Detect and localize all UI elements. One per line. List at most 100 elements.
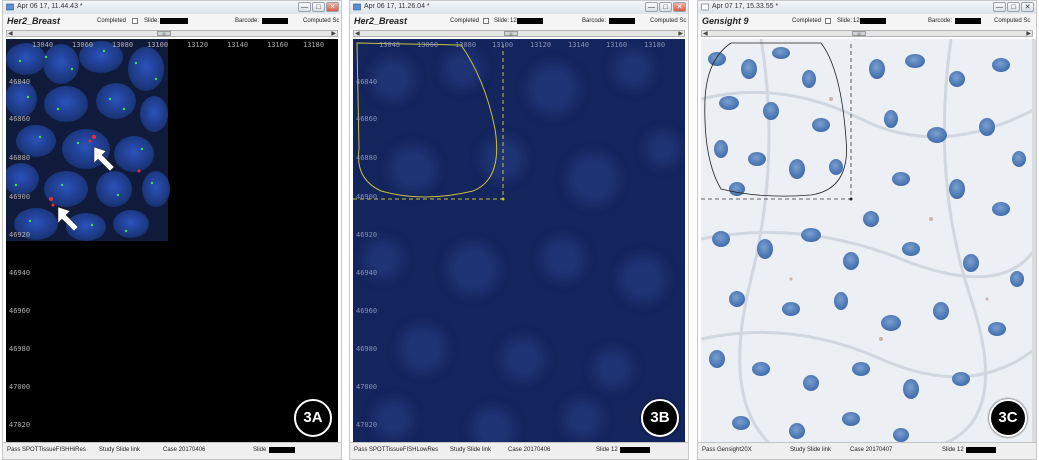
x-tick-label: 13180	[303, 41, 325, 49]
x-tick-label: 13160	[606, 41, 628, 49]
arrow-left-icon[interactable]: ◀	[8, 30, 13, 37]
y-tick-label: 46900	[9, 193, 31, 201]
page-title: Her2_Breast	[354, 16, 408, 26]
figure-label-badge: 3C	[989, 399, 1027, 437]
y-tick-label: 46900	[356, 193, 378, 201]
slide-value: 12	[510, 18, 517, 24]
arrow-left-icon[interactable]: ◀	[355, 30, 360, 37]
x-tick-label: 13040	[32, 41, 54, 49]
x-tick-label: 13040	[379, 41, 401, 49]
x-tick-label: 13080	[455, 41, 477, 49]
arrow-right-icon[interactable]: ▶	[1026, 30, 1031, 37]
x-tick-label: 13140	[227, 41, 249, 49]
minimize-button[interactable]: —	[993, 2, 1006, 12]
y-tick-label: 46980	[356, 345, 378, 353]
slide-label: Slide:	[144, 18, 160, 24]
slide-redaction	[860, 18, 886, 24]
x-tick-label: 13140	[568, 41, 590, 49]
pass-label: Pass SPOTTissueFISHHiRes	[7, 447, 86, 453]
completed-label: Completed	[792, 18, 822, 24]
window-3b: Apr 06 17, 11.26.04 * — □ ✕ Her2_Breast …	[349, 0, 689, 460]
arrow-right-icon[interactable]: ▶	[331, 30, 336, 37]
title-bar[interactable]: Apr 06 17, 11.44.43 * — □ ✕	[3, 1, 341, 15]
horizontal-scrollbar[interactable]: ◀ ||| ▶	[701, 30, 1033, 37]
title-bar[interactable]: Apr 06 17, 11.26.04 * — □ ✕	[350, 1, 688, 15]
horizontal-scrollbar[interactable]: ◀ ||| ▶	[353, 30, 685, 37]
barcode-label: Barcode:	[582, 18, 607, 24]
slide-status-label: Slide 12	[596, 447, 618, 453]
pass-label: Pass SPOTTissueFISHLowRes	[354, 447, 439, 453]
slide-label: Slide:	[494, 18, 510, 24]
x-tick-label: 13160	[267, 41, 289, 49]
study-slide-link[interactable]: Study Slide link	[99, 447, 140, 453]
slide-status-redaction	[620, 447, 650, 453]
window-icon	[353, 3, 361, 11]
window-3c: Apr 07 17, 15.33.55 * — □ ✕ Gensight 9 C…	[697, 0, 1037, 460]
pass-label: Pass Gensight20X	[702, 447, 752, 453]
close-button[interactable]: ✕	[673, 2, 686, 12]
arrow-right-icon[interactable]: ▶	[678, 30, 683, 37]
slide-status-label: Slide 12	[942, 447, 964, 453]
study-slide-link[interactable]: Study Slide link	[790, 447, 831, 453]
scroll-thumb[interactable]: |||	[504, 31, 518, 36]
slide-status-label: Slide	[253, 447, 267, 453]
slide-value: 12	[853, 18, 860, 24]
x-tick-label: 13180	[644, 41, 666, 49]
minimize-button[interactable]: —	[298, 2, 311, 12]
y-tick-label: 46980	[9, 345, 31, 353]
vertical-scrollbar[interactable]	[1032, 39, 1036, 443]
page-title: Her2_Breast	[7, 16, 61, 26]
y-tick-label: 46920	[356, 231, 378, 239]
maximize-button[interactable]: □	[659, 2, 672, 12]
x-tick-label: 13080	[112, 41, 134, 49]
window-title: Apr 06 17, 11.26.04 *	[364, 3, 430, 10]
minimize-button[interactable]: —	[645, 2, 658, 12]
completed-checkbox[interactable]	[825, 18, 831, 24]
completed-checkbox[interactable]	[132, 18, 138, 24]
y-tick-label: 46920	[9, 231, 31, 239]
y-tick-label: 46880	[9, 154, 31, 162]
toolbar: Her2_Breast Completed Slide: Barcode: Co…	[3, 14, 341, 30]
window-title: Apr 06 17, 11.44.43 *	[17, 3, 83, 10]
computed-score-label: Computed Sc	[994, 18, 1031, 24]
x-tick-label: 13060	[417, 41, 439, 49]
toolbar: Gensight 9 Completed Slide: 12 Barcode: …	[698, 14, 1036, 30]
close-button[interactable]: ✕	[326, 2, 339, 12]
scroll-thumb[interactable]: |||	[852, 31, 866, 36]
y-tick-label: 46940	[356, 269, 378, 277]
image-viewer[interactable]: 3A	[6, 39, 338, 443]
study-slide-link[interactable]: Study Slide link	[450, 447, 491, 453]
image-viewer[interactable]: 3C	[701, 39, 1033, 443]
window-title: Apr 07 17, 15.33.55 *	[712, 3, 779, 10]
slide-status-redaction	[269, 447, 295, 453]
completed-label: Completed	[97, 18, 127, 24]
maximize-button[interactable]: □	[1007, 2, 1020, 12]
close-button[interactable]: ✕	[1021, 2, 1034, 12]
y-tick-label: 46860	[356, 115, 378, 123]
y-tick-label: 46880	[356, 154, 378, 162]
y-tick-label: 47020	[9, 421, 31, 429]
y-tick-label: 46960	[356, 307, 378, 315]
image-viewer[interactable]: 3B	[353, 39, 685, 443]
case-label: Case 20170407	[850, 447, 893, 453]
maximize-button[interactable]: □	[312, 2, 325, 12]
barcode-redaction	[609, 18, 635, 24]
status-bar: Pass SPOTTissueFISHLowRes Study Slide li…	[350, 442, 688, 459]
page-title: Gensight 9	[702, 16, 749, 26]
computed-score-label: Computed Sc	[303, 18, 340, 24]
case-label: Case 20170406	[508, 447, 551, 453]
y-tick-label: 46860	[9, 115, 31, 123]
toolbar: Her2_Breast Completed Slide: 12 Barcode:…	[350, 14, 688, 30]
slide-redaction	[160, 18, 188, 24]
y-tick-label: 47000	[9, 383, 31, 391]
completed-checkbox[interactable]	[483, 18, 489, 24]
y-tick-label: 46940	[9, 269, 31, 277]
horizontal-scrollbar[interactable]: ◀ ||| ▶	[6, 30, 338, 37]
barcode-label: Barcode:	[235, 18, 260, 24]
y-tick-label: 46960	[9, 307, 31, 315]
scroll-thumb[interactable]: |||	[157, 31, 171, 36]
status-bar: Pass SPOTTissueFISHHiRes Study Slide lin…	[3, 442, 341, 459]
arrow-left-icon[interactable]: ◀	[703, 30, 708, 37]
title-bar[interactable]: Apr 07 17, 15.33.55 * — □ ✕	[698, 1, 1036, 15]
window-icon	[6, 3, 14, 11]
